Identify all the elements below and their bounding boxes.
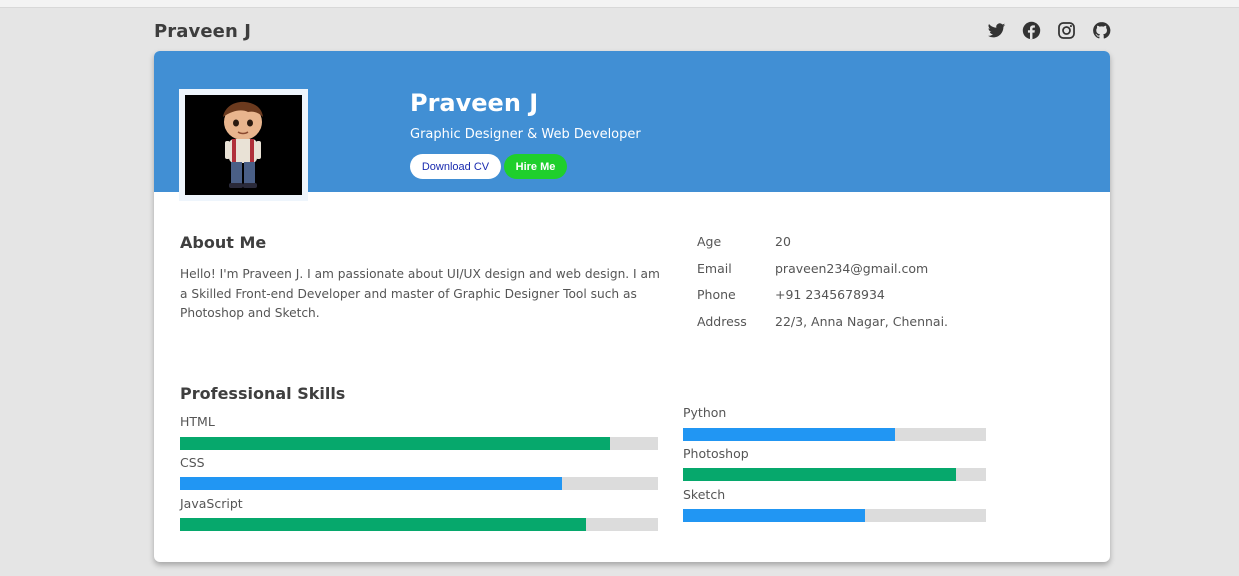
avatar (179, 89, 308, 201)
skill-bar-html (180, 437, 658, 450)
skill-label: CSS (180, 455, 205, 470)
info-key: Address (697, 314, 747, 329)
twitter-icon[interactable] (987, 21, 1006, 40)
github-icon[interactable] (1092, 21, 1111, 40)
hire-me-button[interactable]: Hire Me (504, 154, 567, 179)
skill-label: Sketch (683, 487, 726, 502)
skill-bar-fill (683, 468, 956, 481)
info-key: Age (697, 234, 722, 249)
info-value: 20 (775, 234, 791, 249)
info-value: +91 2345678934 (775, 287, 885, 302)
facebook-icon[interactable] (1022, 21, 1041, 40)
skill-label: HTML (180, 414, 215, 429)
skill-bar-sketch (683, 509, 986, 522)
skill-bar-fill (683, 509, 865, 522)
skill-bar-photoshop (683, 468, 986, 481)
info-value[interactable]: praveen234@gmail.com (775, 261, 928, 276)
skill-bar-fill (180, 437, 611, 450)
download-cv-button[interactable]: Download CV (410, 154, 501, 179)
skill-bar-css (180, 477, 658, 490)
profile-card: Praveen J Graphic Designer & Web Develop… (154, 51, 1110, 562)
info-key: Phone (697, 287, 736, 302)
skill-bar-javascript (180, 518, 658, 531)
browser-top-strip (0, 0, 1239, 8)
site-brand[interactable]: Praveen J (154, 21, 251, 42)
about-text: Hello! I'm Praveen J. I am passionate ab… (180, 267, 660, 320)
skill-label: Photoshop (683, 446, 749, 461)
skill-bar-fill (180, 518, 587, 531)
info-key: Email (697, 261, 732, 276)
skill-bar-fill (180, 477, 563, 490)
about-title: About Me (180, 233, 267, 252)
skill-bar-fill (683, 428, 896, 441)
instagram-icon[interactable] (1057, 21, 1076, 40)
skill-bar-python (683, 428, 986, 441)
skill-label: Python (683, 405, 727, 420)
profile-name: Praveen J (410, 89, 539, 117)
avatar-character-image (185, 95, 302, 195)
profile-role: Graphic Designer & Web Developer (410, 127, 641, 142)
skill-label: JavaScript (180, 496, 243, 511)
social-links (987, 21, 1111, 40)
skills-title: Professional Skills (180, 384, 346, 403)
info-value: 22/3, Anna Nagar, Chennai. (775, 314, 949, 329)
